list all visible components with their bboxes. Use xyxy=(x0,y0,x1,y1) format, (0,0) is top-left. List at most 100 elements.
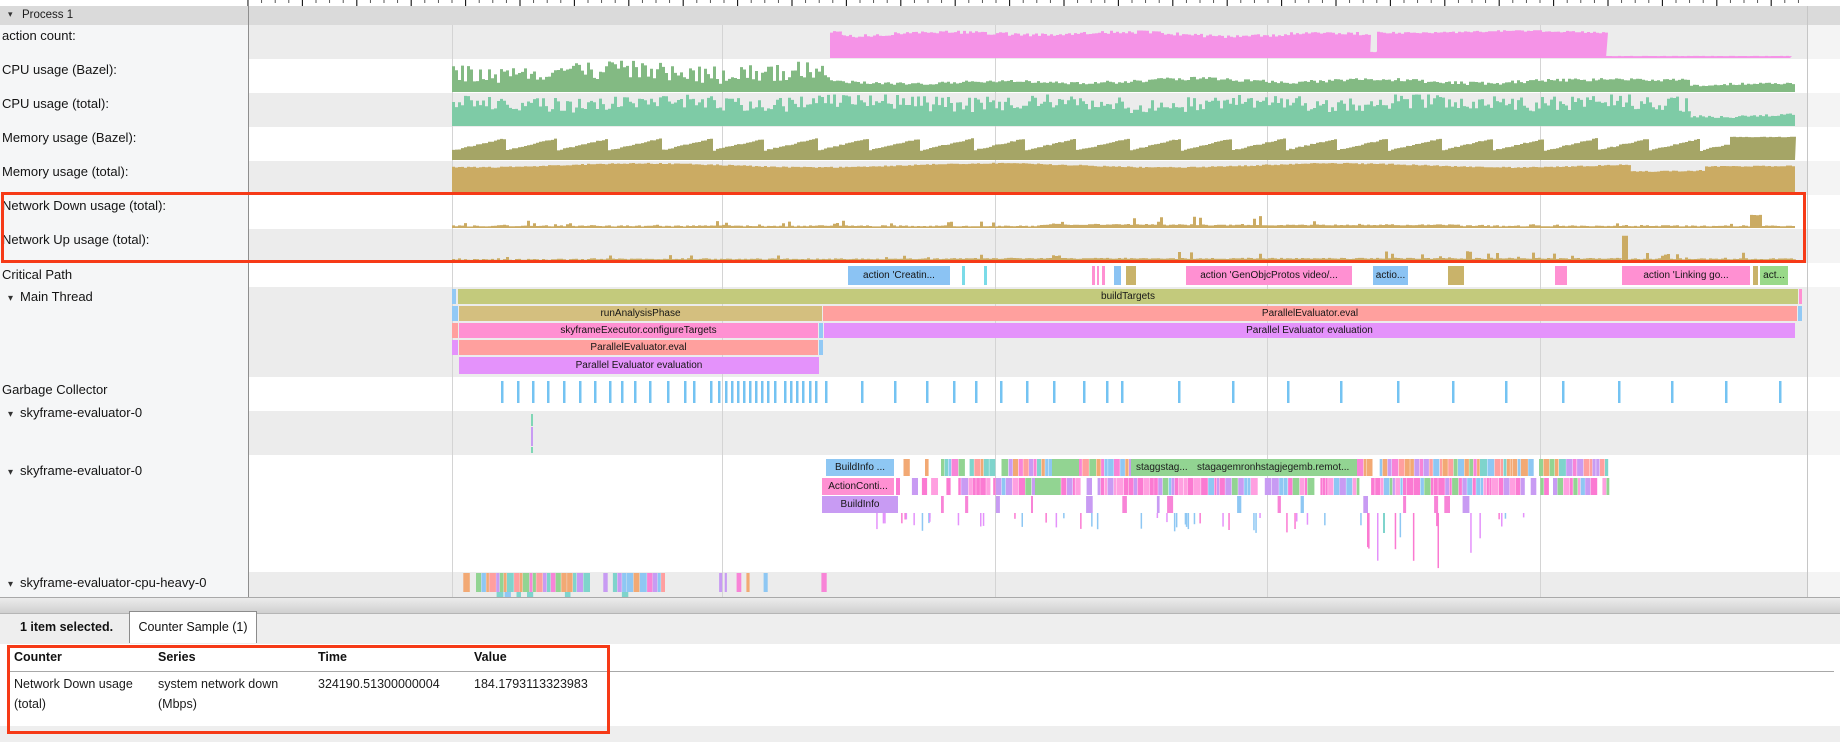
critical-path-slice[interactable] xyxy=(1555,266,1567,285)
gc-slice[interactable] xyxy=(926,381,929,403)
gc-slice[interactable] xyxy=(737,381,740,403)
sky1-slice[interactable] xyxy=(531,414,533,426)
gc-slice[interactable] xyxy=(1121,381,1124,403)
gc-slice[interactable] xyxy=(861,381,864,403)
gc-slice[interactable] xyxy=(1106,381,1109,403)
counter-chart-cpu-usage-bazel[interactable] xyxy=(452,61,1795,92)
dense-slices[interactable] xyxy=(463,459,1609,597)
tab-counter-sample[interactable]: Counter Sample (1) xyxy=(129,611,257,643)
main-thread-slice[interactable]: Parallel Evaluator evaluation xyxy=(459,357,819,374)
gc-slice[interactable] xyxy=(761,381,764,403)
main-thread-slice[interactable]: runAnalysisPhase xyxy=(459,306,822,321)
main-thread-slice[interactable]: Parallel Evaluator evaluation xyxy=(824,323,1795,338)
gc-slice[interactable] xyxy=(1452,381,1455,403)
gc-slice[interactable] xyxy=(1000,381,1003,403)
gc-slice[interactable] xyxy=(517,381,520,403)
gc-slice[interactable] xyxy=(815,381,818,403)
gc-slice[interactable] xyxy=(634,381,637,403)
gc-slice[interactable] xyxy=(1083,381,1086,403)
critical-path-slice[interactable] xyxy=(1753,266,1758,285)
timeline-canvas[interactable] xyxy=(0,0,1840,600)
critical-path-slice[interactable] xyxy=(1092,266,1095,285)
gc-slice[interactable] xyxy=(579,381,582,403)
gc-slice[interactable] xyxy=(774,381,777,403)
skyframe-stage-slice[interactable] xyxy=(1131,459,1357,476)
critical-path-slice[interactable]: action 'Linking go... xyxy=(1622,266,1750,285)
gc-slice[interactable] xyxy=(796,381,799,403)
critical-path-slice[interactable] xyxy=(1114,266,1121,285)
gc-slice[interactable] xyxy=(755,381,758,403)
gc-slice[interactable] xyxy=(1287,381,1290,403)
skyframe-slice[interactable]: ActionConti... xyxy=(822,478,894,495)
panel-splitter[interactable] xyxy=(0,597,1840,614)
critical-path-slice[interactable]: actio... xyxy=(1373,266,1408,285)
main-thread-slice[interactable] xyxy=(452,306,458,321)
main-thread-slice[interactable] xyxy=(452,323,458,338)
counter-chart-action-count[interactable] xyxy=(830,30,1792,58)
gc-slice[interactable] xyxy=(743,381,746,403)
skyframe-slice[interactable]: BuildInfo xyxy=(822,496,898,513)
gc-slice[interactable] xyxy=(953,381,956,403)
gc-slice[interactable] xyxy=(532,381,535,403)
gc-slice[interactable] xyxy=(501,381,504,403)
gc-slice[interactable] xyxy=(767,381,770,403)
process-header[interactable]: ▾ Process 1 xyxy=(0,6,1840,26)
gc-slice[interactable] xyxy=(1397,381,1400,403)
gc-slice[interactable] xyxy=(1340,381,1343,403)
skyframe-slice[interactable]: BuildInfo ... xyxy=(826,459,894,476)
gc-slice[interactable] xyxy=(802,381,805,403)
counter-chart-cpu-usage-total[interactable] xyxy=(452,95,1795,127)
gc-slice[interactable] xyxy=(809,381,812,403)
gc-slice[interactable] xyxy=(1562,381,1565,403)
critical-path-slice[interactable] xyxy=(1126,266,1136,285)
critical-path-slice[interactable] xyxy=(984,266,987,285)
hanging-slices[interactable] xyxy=(876,513,1524,568)
gc-slice[interactable] xyxy=(609,381,612,403)
gc-slice[interactable] xyxy=(718,381,721,403)
gc-ticks[interactable] xyxy=(501,381,1782,403)
gc-slice[interactable] xyxy=(649,381,652,403)
gc-slice[interactable] xyxy=(693,381,696,403)
main-thread-slice[interactable] xyxy=(819,340,823,355)
counter-chart-memory-usage-bazel[interactable] xyxy=(452,137,1796,160)
gc-slice[interactable] xyxy=(1232,381,1235,403)
gc-slice[interactable] xyxy=(894,381,897,403)
critical-path-slice[interactable]: action 'GenObjcProtos video/... xyxy=(1186,266,1352,285)
gc-slice[interactable] xyxy=(621,381,624,403)
critical-path-slice[interactable] xyxy=(1448,266,1464,285)
main-thread-slice[interactable]: ParallelEvaluator.eval xyxy=(823,306,1797,321)
sky1-slice[interactable] xyxy=(531,447,533,453)
gc-slice[interactable] xyxy=(1671,381,1674,403)
critical-path-slice[interactable] xyxy=(962,266,965,285)
gc-slice[interactable] xyxy=(784,381,787,403)
panel-divider[interactable] xyxy=(248,0,249,597)
gc-slice[interactable] xyxy=(731,381,734,403)
skyframe-stage-slice[interactable] xyxy=(1052,459,1079,476)
critical-path-slice[interactable]: action 'Creatin... xyxy=(848,266,950,285)
gc-slice[interactable] xyxy=(1725,381,1728,403)
gc-slice[interactable] xyxy=(1779,381,1782,403)
gc-slice[interactable] xyxy=(1505,381,1508,403)
critical-path-slice[interactable] xyxy=(1097,266,1099,285)
gc-slice[interactable] xyxy=(684,381,687,403)
skyframe-slice[interactable] xyxy=(1035,478,1060,495)
main-thread-slice[interactable] xyxy=(452,289,456,304)
main-thread-slice[interactable] xyxy=(819,323,823,338)
gc-slice[interactable] xyxy=(547,381,550,403)
main-thread-slice[interactable] xyxy=(452,340,458,355)
chevron-down-icon[interactable]: ▾ xyxy=(8,9,13,20)
main-thread-slice[interactable]: ParallelEvaluator.eval xyxy=(459,340,818,355)
gc-slice[interactable] xyxy=(749,381,752,403)
gc-slice[interactable] xyxy=(1026,381,1029,403)
gc-slice[interactable] xyxy=(1178,381,1181,403)
critical-path-slice[interactable] xyxy=(1102,266,1105,285)
main-thread-slice[interactable] xyxy=(1799,289,1802,304)
gc-slice[interactable] xyxy=(667,381,670,403)
gc-slice[interactable] xyxy=(710,381,713,403)
gc-slice[interactable] xyxy=(594,381,597,403)
gc-slice[interactable] xyxy=(563,381,566,403)
gc-slice[interactable] xyxy=(825,381,828,403)
main-thread-slice[interactable]: buildTargets xyxy=(458,289,1798,304)
gc-slice[interactable] xyxy=(725,381,728,403)
sky1-slice[interactable] xyxy=(531,427,533,446)
